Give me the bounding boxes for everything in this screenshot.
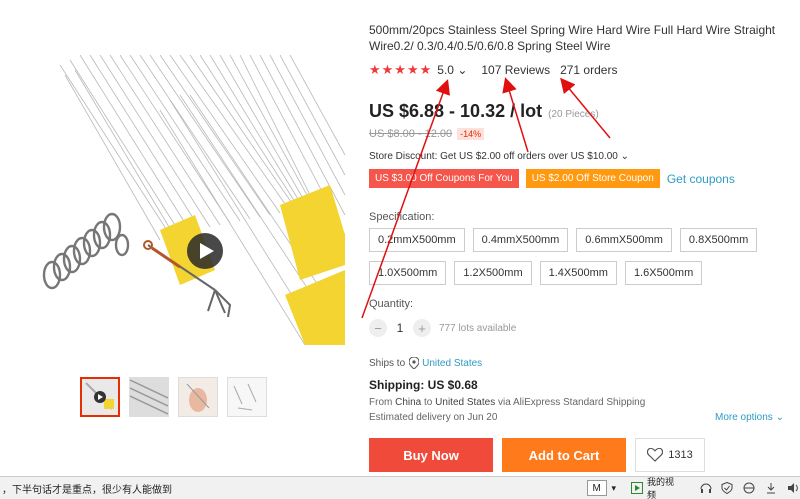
my-video-label[interactable]: 我的视频 — [647, 475, 683, 499]
chevron-down-icon[interactable]: ▾ — [612, 483, 617, 494]
price: US $6.88 - 10.32 / lot — [369, 101, 543, 121]
product-main-image[interactable] — [30, 55, 345, 345]
shipping-cost: Shipping: US $0.68 — [369, 378, 478, 392]
play-icon — [199, 243, 214, 259]
thumbnail-strip — [80, 377, 267, 417]
rating-row: ★★★★★ 5.0 ⌄ 107 Reviews 271 orders — [369, 62, 617, 78]
thumbnail-2[interactable] — [129, 377, 169, 417]
shipping-route: From China to United States via AliExpre… — [369, 397, 646, 408]
spec-option[interactable]: 1.6X500mm — [624, 261, 703, 285]
spec-option[interactable]: 0.2mmX500mm — [369, 228, 465, 252]
coupon-for-you[interactable]: US $3.00 Off Coupons For You — [369, 169, 519, 188]
thumbnail-1[interactable] — [80, 377, 120, 417]
reviews-link[interactable]: 107 Reviews — [481, 63, 550, 77]
wishlist-button[interactable]: 1313 — [635, 438, 705, 472]
spec-option[interactable]: 1.4X500mm — [539, 261, 617, 285]
spec-option[interactable]: 1.2X500mm — [454, 261, 532, 285]
ships-to-label: Ships to — [369, 357, 406, 369]
specification-label: Specification: — [369, 211, 435, 223]
price-unit: (20 Pieces) — [548, 109, 599, 120]
more-shipping-options-link[interactable]: More options ⌄ — [715, 412, 784, 423]
headset-icon[interactable] — [699, 481, 713, 495]
quantity-label: Quantity: — [369, 298, 414, 310]
thumbnail-3[interactable] — [178, 377, 218, 417]
lots-available: 777 lots available — [439, 322, 517, 334]
discount-badge: -14% — [457, 128, 485, 140]
store-coupon[interactable]: US $2.00 Off Store Coupon — [525, 169, 660, 188]
location-pin-icon — [409, 357, 420, 369]
spec-options-row-2: 1.0X500mm 1.2X500mm 1.4X500mm 1.6X500mm — [369, 261, 703, 285]
video-icon[interactable] — [630, 481, 644, 495]
ime-indicator[interactable]: M — [586, 480, 607, 496]
product-title: 500mm/20pcs Stainless Steel Spring Wire … — [369, 23, 776, 53]
play-video-button[interactable] — [187, 233, 223, 269]
rating-value[interactable]: 5.0 ⌄ — [437, 63, 467, 77]
ships-to-row: Ships to United States — [369, 357, 482, 369]
add-to-cart-button[interactable]: Add to Cart — [502, 438, 626, 472]
quantity-input[interactable]: 1 — [387, 321, 413, 335]
old-price-row: US $8.00 - 12.00 -14% — [369, 128, 485, 140]
wishlist-count: 1313 — [668, 449, 693, 461]
heart-icon — [647, 448, 664, 462]
bottom-status-bar: ，下半句话才是重点，很少有人能做到 M ▾ 我的视频 — [0, 476, 800, 499]
estimated-delivery: Estimated delivery on Jun 20 — [369, 412, 498, 423]
spec-option[interactable]: 0.4mmX500mm — [472, 228, 569, 252]
buy-now-button[interactable]: Buy Now — [369, 438, 493, 472]
shield-icon[interactable] — [721, 481, 735, 495]
original-price: US $8.00 - 12.00 — [369, 128, 453, 140]
spec-option[interactable]: 0.6mmX500mm — [576, 228, 672, 252]
get-coupons-link[interactable]: Get coupons — [667, 172, 735, 186]
orders-count: 271 orders — [560, 63, 618, 77]
price-row: US $6.88 - 10.32 / lot (20 Pieces) — [369, 101, 599, 122]
store-discount[interactable]: Store Discount: Get US $2.00 off orders … — [369, 151, 629, 162]
increase-quantity-button[interactable]: + — [413, 319, 431, 337]
volume-icon[interactable] — [786, 481, 800, 495]
chevron-down-icon: ⌄ — [457, 63, 468, 77]
spec-option[interactable]: 0.8X500mm — [679, 228, 758, 252]
browser-icon[interactable] — [742, 481, 756, 495]
thumbnail-4[interactable] — [227, 377, 267, 417]
coupon-row: US $3.00 Off Coupons For You US $2.00 Of… — [369, 169, 735, 188]
news-ticker[interactable]: ，下半句话才是重点，很少有人能做到 — [2, 481, 587, 496]
download-icon[interactable] — [764, 481, 778, 495]
rating-stars[interactable]: ★★★★★ — [369, 62, 432, 78]
ships-to-country[interactable]: United States — [422, 358, 482, 369]
decrease-quantity-button[interactable]: − — [369, 319, 387, 337]
spec-option[interactable]: 1.0X500mm — [369, 261, 447, 285]
quantity-stepper: − 1 + 777 lots available — [369, 319, 516, 337]
spec-options-row-1: 0.2mmX500mm 0.4mmX500mm 0.6mmX500mm 0.8X… — [369, 228, 758, 252]
